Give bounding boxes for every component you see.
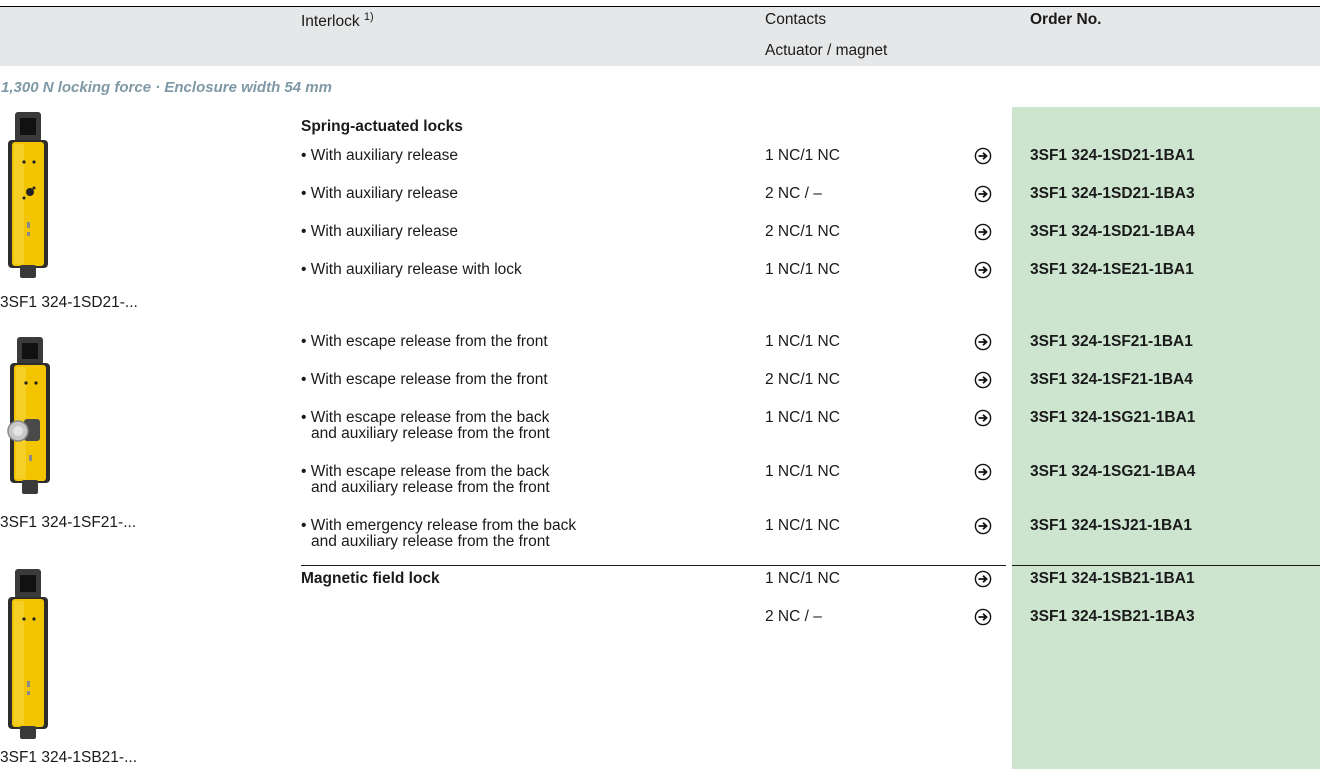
row-description: • With escape release from the front <box>301 333 548 350</box>
group-heading-spring: Spring-actuated locks <box>301 118 463 135</box>
row-description: • With escape release from the back <box>301 463 550 480</box>
circled-right-arrow-icon <box>974 409 992 427</box>
row-order-number[interactable]: 3SF1 324-1SD21-1BA4 <box>1030 224 1195 240</box>
row-contacts: 1 NC/1 NC <box>765 147 840 164</box>
row-order-number[interactable]: 3SF1 324-1SE21-1BA1 <box>1030 262 1194 278</box>
row-order-number[interactable]: 3SF1 324-1SF21-1BA4 <box>1030 372 1193 388</box>
row-contacts: 1 NC/1 NC <box>765 463 840 480</box>
row-description: • With auxiliary release <box>301 147 459 164</box>
row-contacts: 1 NC/1 NC <box>765 517 840 534</box>
product-image-magnetic-lock <box>4 569 52 746</box>
product-label: 3SF1 324-1SB21-... <box>0 749 137 766</box>
product-label: 3SF1 324-1SD21-... <box>0 294 138 311</box>
group-divider <box>301 565 1006 566</box>
product-image-escape-release <box>4 337 56 502</box>
row-description-line2: and auxiliary release from the front <box>311 425 550 442</box>
row-contacts: 2 NC / – <box>765 185 822 202</box>
row-description-line2: and auxiliary release from the front <box>311 533 550 550</box>
circled-right-arrow-icon <box>974 517 992 535</box>
header-interlock: Interlock 1) <box>301 11 374 30</box>
row-contacts: 2 NC / – <box>765 608 822 625</box>
row-order-number[interactable]: 3SF1 324-1SG21-1BA4 <box>1030 464 1195 480</box>
header-order-no: Order No. <box>1030 11 1102 28</box>
row-order-number[interactable]: 3SF1 324-1SB21-1BA3 <box>1030 609 1195 625</box>
circled-right-arrow-icon <box>974 333 992 351</box>
circled-right-arrow-icon <box>974 147 992 165</box>
circled-right-arrow-icon <box>974 463 992 481</box>
row-contacts: 1 NC/1 NC <box>765 409 840 426</box>
circled-right-arrow-icon <box>974 185 992 203</box>
row-description: • With auxiliary release <box>301 185 459 202</box>
product-label: 3SF1 324-1SF21-... <box>0 514 137 531</box>
group-heading-magnetic: Magnetic field lock <box>301 570 440 587</box>
circled-right-arrow-icon <box>974 223 992 241</box>
product-image-auxiliary-release <box>4 112 52 285</box>
circled-right-arrow-icon <box>974 608 992 626</box>
row-description: • With emergency release from the back <box>301 517 577 534</box>
header-actuator: Actuator / magnet <box>765 42 888 59</box>
section-title: 1,300 N locking force · Enclosure width … <box>1 79 332 96</box>
row-description: • With escape release from the back <box>301 409 550 426</box>
row-contacts: 2 NC/1 NC <box>765 223 840 240</box>
row-description: • With escape release from the front <box>301 371 548 388</box>
row-order-number[interactable]: 3SF1 324-1SD21-1BA3 <box>1030 186 1195 202</box>
group-divider-order <box>1012 565 1320 566</box>
table-header: Interlock 1) Contacts Actuator / magnet … <box>0 6 1320 66</box>
row-description: • With auxiliary release with lock <box>301 261 522 278</box>
row-order-number[interactable]: 3SF1 324-1SD21-1BA1 <box>1030 148 1195 164</box>
row-order-number[interactable]: 3SF1 324-1SJ21-1BA1 <box>1030 518 1192 534</box>
row-order-number[interactable]: 3SF1 324-1SB21-1BA1 <box>1030 571 1195 587</box>
product-table-page: Interlock 1) Contacts Actuator / magnet … <box>0 0 1320 769</box>
row-contacts: 1 NC/1 NC <box>765 570 840 587</box>
row-contacts: 2 NC/1 NC <box>765 371 840 388</box>
circled-right-arrow-icon <box>974 261 992 279</box>
row-order-number[interactable]: 3SF1 324-1SG21-1BA1 <box>1030 410 1195 426</box>
circled-right-arrow-icon <box>974 570 992 588</box>
row-contacts: 1 NC/1 NC <box>765 333 840 350</box>
footnote-marker: 1) <box>363 11 374 23</box>
header-contacts: Contacts <box>765 11 827 28</box>
row-description-line2: and auxiliary release from the front <box>311 479 550 496</box>
row-order-number[interactable]: 3SF1 324-1SF21-1BA1 <box>1030 334 1193 350</box>
circled-right-arrow-icon <box>974 371 992 389</box>
order-column-highlight <box>1012 107 1320 769</box>
row-description: • With auxiliary release <box>301 223 459 240</box>
row-contacts: 1 NC/1 NC <box>765 261 840 278</box>
